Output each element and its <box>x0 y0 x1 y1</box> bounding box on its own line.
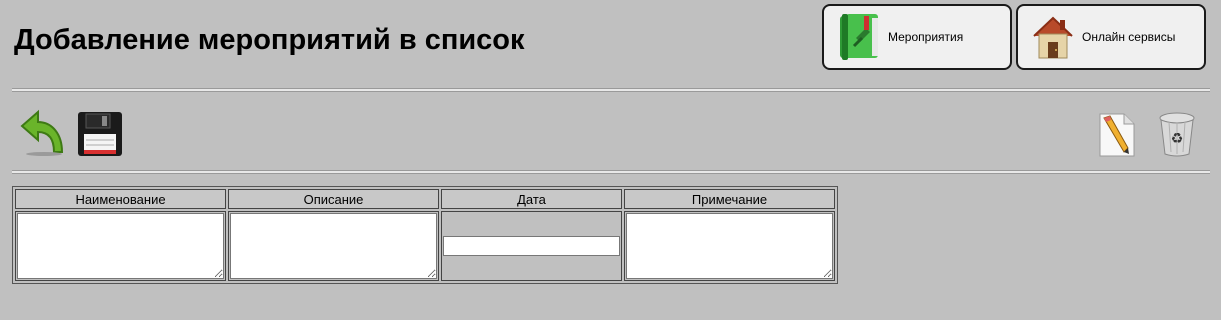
pencil-document-icon <box>1099 113 1135 157</box>
edit-button[interactable] <box>1094 110 1140 163</box>
save-button[interactable] <box>76 110 124 163</box>
name-textarea[interactable] <box>17 213 224 279</box>
delete-button[interactable]: ♻ <box>1156 110 1198 163</box>
event-form-table: Наименование Описание Дата Примечание <box>12 186 838 284</box>
house-icon <box>1030 12 1076 62</box>
top-divider <box>12 88 1210 92</box>
column-header-note: Примечание <box>624 189 835 209</box>
column-header-description: Описание <box>228 189 439 209</box>
page-title: Добавление мероприятий в список <box>14 24 525 56</box>
date-input[interactable] <box>443 236 620 256</box>
green-book-icon <box>836 12 882 62</box>
floppy-disk-icon <box>78 112 122 156</box>
note-textarea[interactable] <box>626 213 833 279</box>
recycle-bin-icon: ♻ <box>1159 112 1195 157</box>
back-arrow-icon <box>20 109 64 156</box>
column-header-name: Наименование <box>15 189 226 209</box>
toolbar-divider <box>12 170 1210 174</box>
note-cell <box>624 211 835 281</box>
back-button[interactable] <box>16 108 66 163</box>
online-services-nav-label: Онлайн сервисы <box>1082 30 1176 44</box>
online-services-nav-button[interactable]: Онлайн сервисы <box>1016 4 1206 70</box>
events-nav-button[interactable]: Мероприятия <box>822 4 1012 70</box>
name-cell <box>15 211 226 281</box>
events-nav-label: Мероприятия <box>888 30 964 44</box>
description-textarea[interactable] <box>230 213 437 279</box>
date-cell <box>441 211 622 281</box>
table-header-row: Наименование Описание Дата Примечание <box>15 189 835 209</box>
column-header-date: Дата <box>441 189 622 209</box>
table-row <box>15 211 835 281</box>
description-cell <box>228 211 439 281</box>
svg-text:♻: ♻ <box>1171 131 1184 147</box>
